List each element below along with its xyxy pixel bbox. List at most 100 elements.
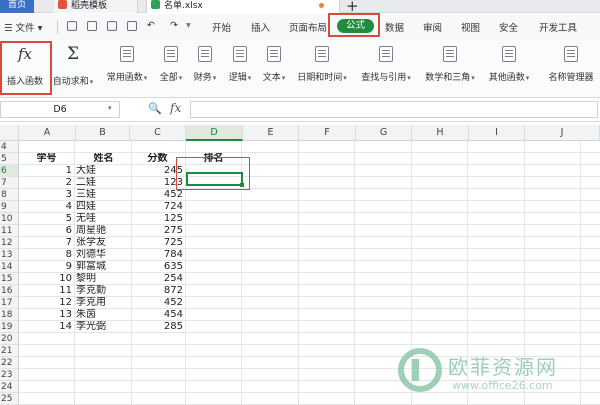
- cell-b5[interactable]: 姓名: [76, 153, 131, 165]
- all-functions-button[interactable]: 全部▾: [156, 44, 186, 84]
- text-functions-button[interactable]: 文本▾: [259, 44, 289, 84]
- cell-a8[interactable]: 3: [19, 189, 74, 201]
- menu-data[interactable]: 数据: [385, 20, 404, 34]
- row-header-8[interactable]: 8: [0, 189, 19, 201]
- cell-a5[interactable]: 学号: [19, 153, 74, 165]
- row-header-4[interactable]: 4: [0, 141, 19, 153]
- cell-a6[interactable]: 1: [19, 165, 74, 177]
- file-menu[interactable]: ☰ 文件 ▾: [4, 20, 42, 34]
- cell-a13[interactable]: 8: [19, 249, 74, 261]
- row-header-11[interactable]: 11: [0, 225, 19, 237]
- column-header-h[interactable]: H: [412, 125, 469, 141]
- column-header-d[interactable]: D: [186, 125, 243, 141]
- select-all-corner[interactable]: [0, 125, 19, 141]
- cell-c13[interactable]: 784: [130, 249, 185, 261]
- row-header-25[interactable]: 25: [0, 393, 19, 405]
- row-header-14[interactable]: 14: [0, 261, 19, 273]
- common-functions-button[interactable]: 常用函数▾: [102, 44, 152, 84]
- redo-icon[interactable]: ↷: [170, 20, 178, 31]
- row-header-21[interactable]: 21: [0, 345, 19, 357]
- cell-b7[interactable]: 二娃: [76, 177, 131, 189]
- cell-b8[interactable]: 三娃: [76, 189, 131, 201]
- financial-functions-button[interactable]: 财务▾: [190, 44, 220, 84]
- tab-file[interactable]: 名单.xlsx: [146, 0, 340, 13]
- quick-access-more-icon[interactable]: ▾: [186, 20, 191, 31]
- row-header-24[interactable]: 24: [0, 381, 19, 393]
- column-header-b[interactable]: B: [76, 125, 130, 141]
- row-header-12[interactable]: 12: [0, 237, 19, 249]
- row-header-5[interactable]: 5: [0, 153, 19, 165]
- cell-b12[interactable]: 张学友: [76, 237, 131, 249]
- cell-c11[interactable]: 275: [130, 225, 185, 237]
- cell-a19[interactable]: 14: [19, 321, 74, 333]
- column-header-i[interactable]: I: [469, 125, 525, 141]
- column-header-a[interactable]: A: [19, 125, 76, 141]
- autosum-button[interactable]: Σ 自动求和▾: [50, 44, 96, 87]
- cell-b14[interactable]: 郭富城: [76, 261, 131, 273]
- menu-insert[interactable]: 插入: [251, 20, 270, 34]
- menu-developer[interactable]: 开发工具: [539, 20, 577, 34]
- cell-b10[interactable]: 无哇: [76, 213, 131, 225]
- column-header-c[interactable]: C: [130, 125, 186, 141]
- row-header-19[interactable]: 19: [0, 321, 19, 333]
- save-icon[interactable]: [67, 21, 77, 31]
- cell-c19[interactable]: 285: [130, 321, 185, 333]
- cell-a7[interactable]: 2: [19, 177, 74, 189]
- menu-view[interactable]: 视图: [461, 20, 480, 34]
- cell-b11[interactable]: 周星驰: [76, 225, 131, 237]
- cell-c12[interactable]: 725: [130, 237, 185, 249]
- export-pdf-icon[interactable]: [87, 21, 97, 31]
- cell-a17[interactable]: 12: [19, 297, 74, 309]
- formula-fx-icon[interactable]: fx: [170, 101, 181, 115]
- name-box[interactable]: D6: [0, 101, 120, 118]
- cell-a14[interactable]: 9: [19, 261, 74, 273]
- name-manager-button[interactable]: 名称管理器: [545, 44, 597, 84]
- row-header-17[interactable]: 17: [0, 297, 19, 309]
- print-icon[interactable]: [107, 21, 117, 31]
- lookup-functions-button[interactable]: 查找与引用▾: [358, 44, 414, 84]
- cell-c8[interactable]: 452: [130, 189, 185, 201]
- other-functions-button[interactable]: 其他函数▾: [484, 44, 534, 84]
- cell-c9[interactable]: 724: [130, 201, 185, 213]
- cell-a10[interactable]: 5: [19, 213, 74, 225]
- row-header-23[interactable]: 23: [0, 369, 19, 381]
- cell-c14[interactable]: 635: [130, 261, 185, 273]
- row-header-9[interactable]: 9: [0, 201, 19, 213]
- column-header-g[interactable]: G: [356, 125, 412, 141]
- column-header-f[interactable]: F: [299, 125, 356, 141]
- cell-b6[interactable]: 大娃: [76, 165, 131, 177]
- cell-a9[interactable]: 4: [19, 201, 74, 213]
- menu-review[interactable]: 审阅: [423, 20, 442, 34]
- row-header-22[interactable]: 22: [0, 357, 19, 369]
- cell-a15[interactable]: 10: [19, 273, 74, 285]
- cell-c17[interactable]: 452: [130, 297, 185, 309]
- name-box-dropdown-icon[interactable]: ▾: [108, 104, 112, 112]
- zoom-icon[interactable]: 🔍: [148, 102, 162, 115]
- cell-a18[interactable]: 13: [19, 309, 74, 321]
- cell-b13[interactable]: 刘德华: [76, 249, 131, 261]
- formula-input[interactable]: [190, 101, 598, 118]
- cell-b18[interactable]: 朱茵: [76, 309, 131, 321]
- row-header-18[interactable]: 18: [0, 309, 19, 321]
- row-header-6[interactable]: 6: [0, 165, 19, 177]
- cell-c10[interactable]: 125: [130, 213, 185, 225]
- cell-a12[interactable]: 7: [19, 237, 74, 249]
- cell-b15[interactable]: 黎明: [76, 273, 131, 285]
- undo-icon[interactable]: ↶: [147, 20, 155, 31]
- row-header-15[interactable]: 15: [0, 273, 19, 285]
- tab-template[interactable]: 稻壳模板: [54, 0, 138, 13]
- cell-c18[interactable]: 454: [130, 309, 185, 321]
- cell-c15[interactable]: 254: [130, 273, 185, 285]
- cell-c16[interactable]: 872: [130, 285, 185, 297]
- date-time-functions-button[interactable]: 日期和时间▾: [294, 44, 350, 84]
- cell-b9[interactable]: 四娃: [76, 201, 131, 213]
- row-header-20[interactable]: 20: [0, 333, 19, 345]
- cell-b16[interactable]: 李克勤: [76, 285, 131, 297]
- row-header-7[interactable]: 7: [0, 177, 19, 189]
- menu-page-layout[interactable]: 页面布局: [289, 20, 327, 34]
- tab-home[interactable]: 首页: [0, 0, 34, 13]
- print-preview-icon[interactable]: [127, 21, 137, 31]
- cell-a16[interactable]: 11: [19, 285, 74, 297]
- column-header-j[interactable]: J: [525, 125, 600, 141]
- cell-b17[interactable]: 李克用: [76, 297, 131, 309]
